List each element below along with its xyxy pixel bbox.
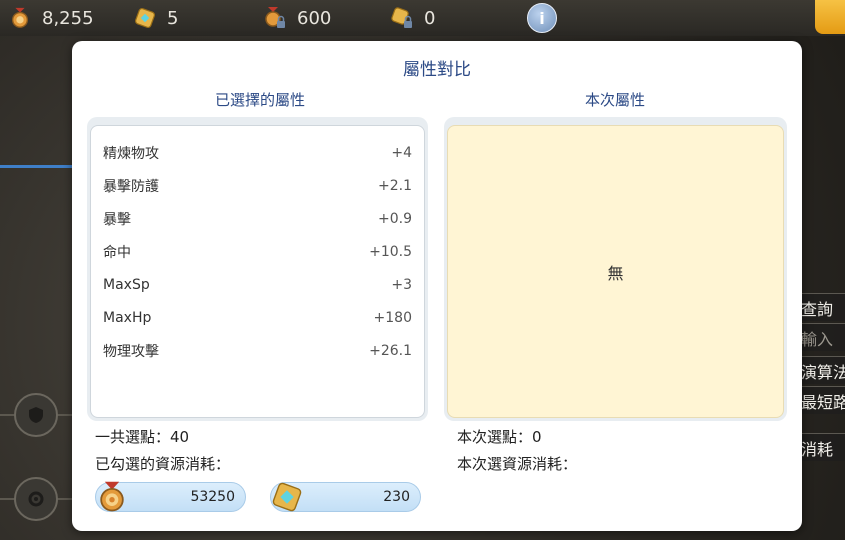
medal-icon [8, 6, 32, 30]
attribute-name: 精煉物攻 [103, 145, 159, 162]
attribute-row: 精煉物攻 +4 [103, 136, 412, 169]
attribute-value: +180 [373, 309, 412, 326]
attribute-name: MaxHp [103, 309, 152, 326]
attribute-value: +4 [391, 144, 412, 161]
crystal-box-icon [133, 6, 157, 30]
side-item-cost[interactable]: 消耗 [798, 433, 845, 461]
shield-node-icon [14, 393, 58, 437]
corner-menu-button[interactable] [815, 0, 845, 34]
resource-medal: 8,255 [8, 0, 94, 36]
resource-locked-crystal-value: 0 [424, 7, 436, 29]
attribute-name: 命中 [103, 244, 131, 261]
resource-locked-medal-value: 600 [297, 7, 332, 29]
attribute-value: +3 [391, 276, 412, 293]
side-item-shortest-path[interactable]: 最短路 [798, 386, 845, 414]
crystal-box-icon [267, 477, 307, 517]
resource-locked-crystal: 0 [390, 0, 435, 36]
resource-crystal: 5 [133, 0, 178, 36]
current-cost-label: 本次選資源消耗： [457, 455, 578, 473]
attribute-value: +26.1 [369, 342, 412, 359]
attribute-row: MaxHp +180 [103, 301, 412, 334]
selected-attributes-panel: 精煉物攻 +4 暴擊防護 +2.1 暴擊 +0.9 命中 +10.5 MaxSp +3 M… [87, 117, 428, 421]
attribute-name: 物理攻擊 [103, 343, 159, 360]
crystal-cost-pill: 230 [270, 482, 421, 512]
attribute-row: 物理攻擊 +26.1 [103, 334, 412, 367]
attribute-row: 暴擊防護 +2.1 [103, 169, 412, 202]
attribute-value: +10.5 [369, 243, 412, 260]
attribute-name: MaxSp [103, 276, 150, 293]
info-button[interactable]: i [527, 3, 557, 33]
current-points-text: 本次選點：0 [457, 428, 542, 446]
empty-text: 無 [607, 263, 624, 283]
attribute-row: 暴擊 +0.9 [103, 202, 412, 235]
resource-medal-value: 8,255 [42, 7, 94, 29]
attribute-value: +2.1 [378, 177, 412, 194]
background-path-line [0, 165, 72, 168]
attribute-value: +0.9 [378, 210, 412, 227]
attribute-compare-dialog: 屬性對比 已選擇的屬性 本次屬性 精煉物攻 +4 暴擊防護 +2.1 暴擊 +0.9 … [72, 41, 802, 531]
locked-medal-icon [263, 6, 287, 30]
side-item-query[interactable]: 查詢 [798, 293, 845, 321]
gear-node-icon [14, 477, 58, 521]
current-attributes-panel: 無 [444, 117, 787, 421]
current-attributes-header: 本次屬性 [584, 91, 645, 109]
dialog-title: 屬性對比 [403, 60, 471, 80]
resource-locked-medal: 600 [263, 0, 331, 36]
selected-cost-label: 已勾選的資源消耗： [95, 455, 231, 473]
resource-crystal-value: 5 [167, 7, 179, 29]
locked-crystal-icon [390, 6, 414, 30]
selected-attributes-header: 已選擇的屬性 [214, 91, 305, 109]
medal-cost-pill: 53250 [95, 481, 246, 512]
resource-bar: 8,255 5 600 0 i [0, 0, 845, 36]
side-item-algorithm[interactable]: 演算法 [798, 356, 845, 384]
crystal-cost-value: 230 [383, 489, 410, 505]
attribute-row: MaxSp +3 [103, 268, 412, 301]
medal-cost-value: 53250 [190, 489, 235, 505]
medal-icon [92, 477, 132, 517]
total-points-text: 一共選點：40 [95, 428, 190, 446]
attribute-name: 暴擊 [103, 211, 131, 228]
attribute-name: 暴擊防護 [103, 178, 159, 195]
attribute-list: 精煉物攻 +4 暴擊防護 +2.1 暴擊 +0.9 命中 +10.5 MaxSp +3 M… [103, 136, 412, 367]
attribute-row: 命中 +10.5 [103, 235, 412, 268]
side-item-input[interactable]: 輸入 [798, 323, 845, 351]
